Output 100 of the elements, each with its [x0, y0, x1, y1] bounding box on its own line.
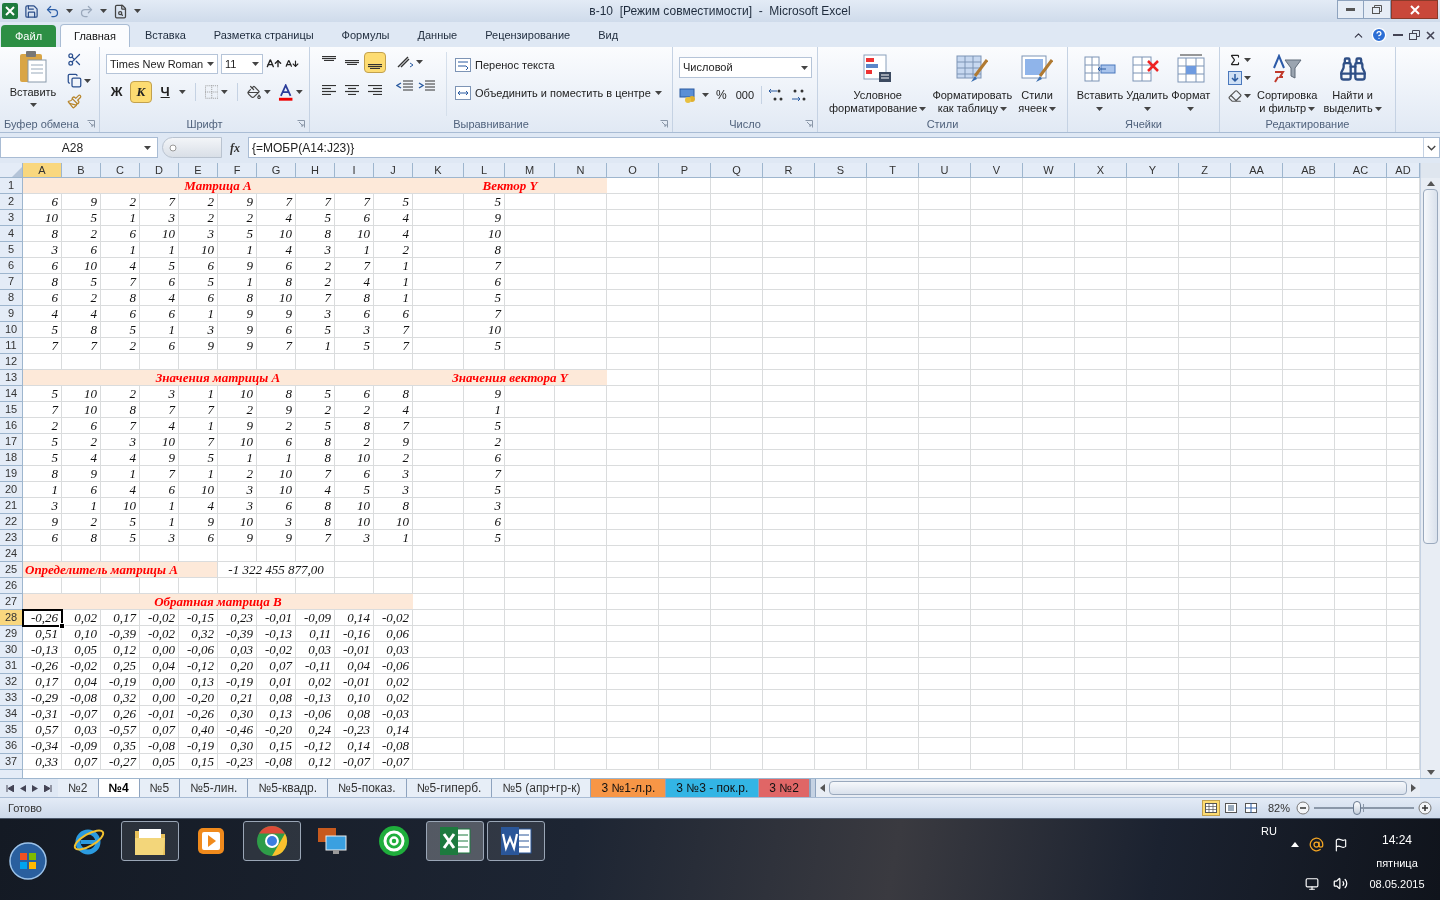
- sheet-tab[interactable]: №5-гиперб.: [406, 779, 493, 797]
- spreadsheet-cell[interactable]: 6: [62, 482, 101, 498]
- spreadsheet-cell[interactable]: 9: [218, 338, 257, 354]
- spreadsheet-cell[interactable]: 9: [218, 194, 257, 210]
- horizontal-scrollbar[interactable]: [815, 779, 1420, 797]
- spreadsheet-cell[interactable]: 5: [62, 210, 101, 226]
- minimize-icon[interactable]: [1393, 33, 1403, 37]
- spreadsheet-cell[interactable]: -0,08: [62, 690, 101, 706]
- spreadsheet-cell[interactable]: 0,08: [257, 690, 296, 706]
- spreadsheet-cell[interactable]: 2: [179, 194, 218, 210]
- spreadsheet-cell[interactable]: 3: [374, 482, 413, 498]
- spreadsheet-cell[interactable]: -0,06: [296, 706, 335, 722]
- spreadsheet-cell[interactable]: 10: [140, 434, 179, 450]
- next-sheet-icon[interactable]: [32, 784, 38, 792]
- zoom-in-icon[interactable]: [1418, 801, 1432, 815]
- zoom-thumb[interactable]: [1353, 801, 1361, 815]
- spreadsheet-cell[interactable]: 2: [62, 514, 101, 530]
- decrease-indent-icon[interactable]: [396, 79, 414, 93]
- spreadsheet-cell[interactable]: 7: [140, 194, 179, 210]
- spreadsheet-cell[interactable]: 10: [62, 258, 101, 274]
- taskbar-app-button[interactable]: [121, 821, 179, 861]
- dialog-launcher-icon[interactable]: [805, 120, 813, 128]
- merge-center-button[interactable]: Объединить и поместить в центре: [455, 83, 662, 103]
- spreadsheet-cell[interactable]: 6: [464, 274, 505, 290]
- spreadsheet-cell[interactable]: -0,13: [23, 642, 62, 658]
- view-button[interactable]: [1201, 800, 1220, 816]
- spreadsheet-cell[interactable]: 1: [140, 322, 179, 338]
- spreadsheet-cell[interactable]: 9: [140, 450, 179, 466]
- row-header[interactable]: 8: [0, 290, 23, 306]
- spreadsheet-cell[interactable]: 7: [23, 338, 62, 354]
- font-style-button[interactable]: Ж: [106, 81, 128, 103]
- spreadsheet-cell[interactable]: 10: [335, 498, 374, 514]
- spreadsheet-cell[interactable]: -0,15: [179, 610, 218, 626]
- spreadsheet-cell[interactable]: 6: [257, 498, 296, 514]
- row-header[interactable]: 32: [0, 674, 23, 690]
- number-format-field[interactable]: Числовой: [679, 57, 812, 78]
- spreadsheet-cell[interactable]: 1: [335, 242, 374, 258]
- spreadsheet-cell[interactable]: 3: [140, 386, 179, 402]
- column-header[interactable]: AC: [1335, 163, 1387, 178]
- spreadsheet-cell[interactable]: 0,32: [101, 690, 140, 706]
- spreadsheet-cell[interactable]: 0,12: [296, 754, 335, 770]
- spreadsheet-cell[interactable]: 0,33: [23, 754, 62, 770]
- spreadsheet-cell[interactable]: 0,04: [62, 674, 101, 690]
- column-header[interactable]: V: [971, 163, 1023, 178]
- start-button[interactable]: [8, 841, 48, 881]
- spreadsheet-cell[interactable]: 0,14: [374, 722, 413, 738]
- spreadsheet-cell[interactable]: 2: [464, 434, 505, 450]
- spreadsheet-cell[interactable]: 10: [335, 226, 374, 242]
- spreadsheet-cell[interactable]: 5: [464, 338, 505, 354]
- spreadsheet-cell[interactable]: 6: [101, 226, 140, 242]
- show-hidden-icons[interactable]: [1291, 842, 1299, 847]
- spreadsheet-cell[interactable]: 8: [335, 290, 374, 306]
- spreadsheet-cell[interactable]: 0,00: [140, 690, 179, 706]
- spreadsheet-cell[interactable]: -0,07: [374, 754, 413, 770]
- spreadsheet-cell[interactable]: -0,09: [62, 738, 101, 754]
- maximize-button[interactable]: [1364, 0, 1391, 19]
- spreadsheet-cell[interactable]: 5: [140, 258, 179, 274]
- spreadsheet-cell[interactable]: -0,34: [23, 738, 62, 754]
- spreadsheet-cell[interactable]: 4: [179, 498, 218, 514]
- spreadsheet-cell[interactable]: 0,12: [101, 642, 140, 658]
- spreadsheet-cell[interactable]: 7: [335, 194, 374, 210]
- first-sheet-icon[interactable]: [6, 784, 14, 792]
- spreadsheet-cell[interactable]: 6: [335, 306, 374, 322]
- column-header[interactable]: AD: [1387, 163, 1420, 178]
- spreadsheet-cell[interactable]: 8: [218, 290, 257, 306]
- spreadsheet-cell[interactable]: 8: [101, 290, 140, 306]
- spreadsheet-cell[interactable]: -0,03: [374, 706, 413, 722]
- spreadsheet-cell[interactable]: 0,14: [335, 738, 374, 754]
- sheet-tab[interactable]: №4: [98, 779, 140, 797]
- spreadsheet-cell[interactable]: 9: [257, 306, 296, 322]
- ribbon-tab[interactable]: Данные: [404, 24, 471, 47]
- row-header[interactable]: 28: [0, 610, 23, 626]
- column-header[interactable]: G: [257, 163, 296, 178]
- spreadsheet-cell[interactable]: 7: [464, 258, 505, 274]
- spreadsheet-cell[interactable]: 4: [296, 482, 335, 498]
- spreadsheet-cell[interactable]: 1: [140, 498, 179, 514]
- spreadsheet-cell[interactable]: 3: [374, 466, 413, 482]
- row-header[interactable]: 15: [0, 402, 23, 418]
- spreadsheet-cell[interactable]: 5: [179, 274, 218, 290]
- spreadsheet-cell[interactable]: 2: [374, 450, 413, 466]
- spreadsheet-cell[interactable]: 8: [257, 386, 296, 402]
- spreadsheet-cell[interactable]: -0,11: [296, 658, 335, 674]
- sheet-tab[interactable]: 3 №2: [759, 779, 810, 797]
- spreadsheet-cell[interactable]: 5: [296, 322, 335, 338]
- spreadsheet-cell[interactable]: 4: [101, 450, 140, 466]
- spreadsheet-cell[interactable]: -0,19: [101, 674, 140, 690]
- spreadsheet-cell[interactable]: 4: [101, 258, 140, 274]
- spreadsheet-cell[interactable]: 0,13: [179, 674, 218, 690]
- row-header[interactable]: 21: [0, 498, 23, 514]
- column-header[interactable]: T: [867, 163, 919, 178]
- font-color-icon[interactable]: [277, 83, 294, 101]
- column-header[interactable]: Q: [711, 163, 763, 178]
- spreadsheet-cell[interactable]: -0,02: [140, 626, 179, 642]
- spreadsheet-cell[interactable]: 8: [23, 274, 62, 290]
- column-header[interactable]: H: [296, 163, 335, 178]
- spreadsheet-cell[interactable]: 3: [23, 498, 62, 514]
- spreadsheet-cell[interactable]: 0,40: [179, 722, 218, 738]
- spreadsheet-cell[interactable]: 0,10: [62, 626, 101, 642]
- spreadsheet-cell[interactable]: 9: [374, 434, 413, 450]
- spreadsheet-cell[interactable]: 0,15: [179, 754, 218, 770]
